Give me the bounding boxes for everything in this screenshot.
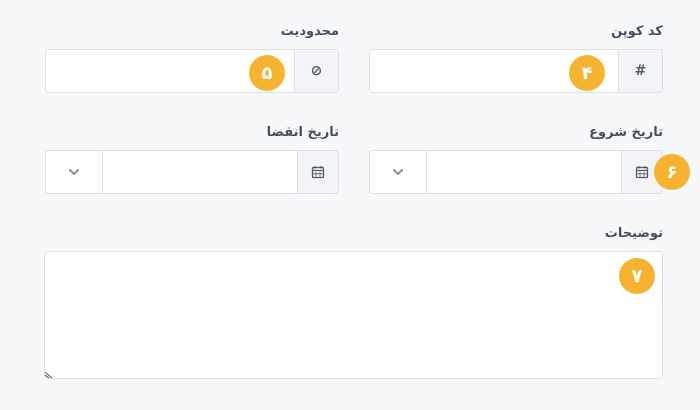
start-date-input[interactable] <box>426 151 621 193</box>
chevron-down-icon <box>392 169 403 175</box>
expiry-date-label: تاریخ انقضا <box>266 125 339 140</box>
hash-icon: # <box>618 50 662 92</box>
limit-label: محدودیت <box>280 24 339 39</box>
description-label: توضیحات <box>604 226 663 241</box>
step-badge-6: ۶ <box>654 154 690 190</box>
ban-icon: ⊘ <box>294 50 338 92</box>
start-date-group <box>369 150 663 194</box>
coupon-form: کد کوپن # ۴ محدودیت ⊘ ۵ تاریخ شروع ۶ تار… <box>0 0 700 410</box>
step-badge-5: ۵ <box>249 55 285 91</box>
expiry-date-dropdown-toggle[interactable] <box>46 151 103 193</box>
coupon-code-label: کد کوپن <box>611 24 663 39</box>
calendar-icon <box>296 151 338 193</box>
description-textarea[interactable] <box>44 251 663 379</box>
coupon-code-group: # <box>369 49 663 93</box>
start-date-dropdown-toggle[interactable] <box>370 151 427 193</box>
expiry-date-group <box>45 150 339 194</box>
limit-group: ⊘ <box>45 49 339 93</box>
step-badge-7: ۷ <box>619 258 655 294</box>
expiry-date-input[interactable] <box>102 151 297 193</box>
resize-grip-icon[interactable] <box>44 367 56 379</box>
chevron-down-icon <box>68 169 79 175</box>
step-badge-4: ۴ <box>569 55 605 91</box>
start-date-label: تاریخ شروع <box>589 125 663 140</box>
